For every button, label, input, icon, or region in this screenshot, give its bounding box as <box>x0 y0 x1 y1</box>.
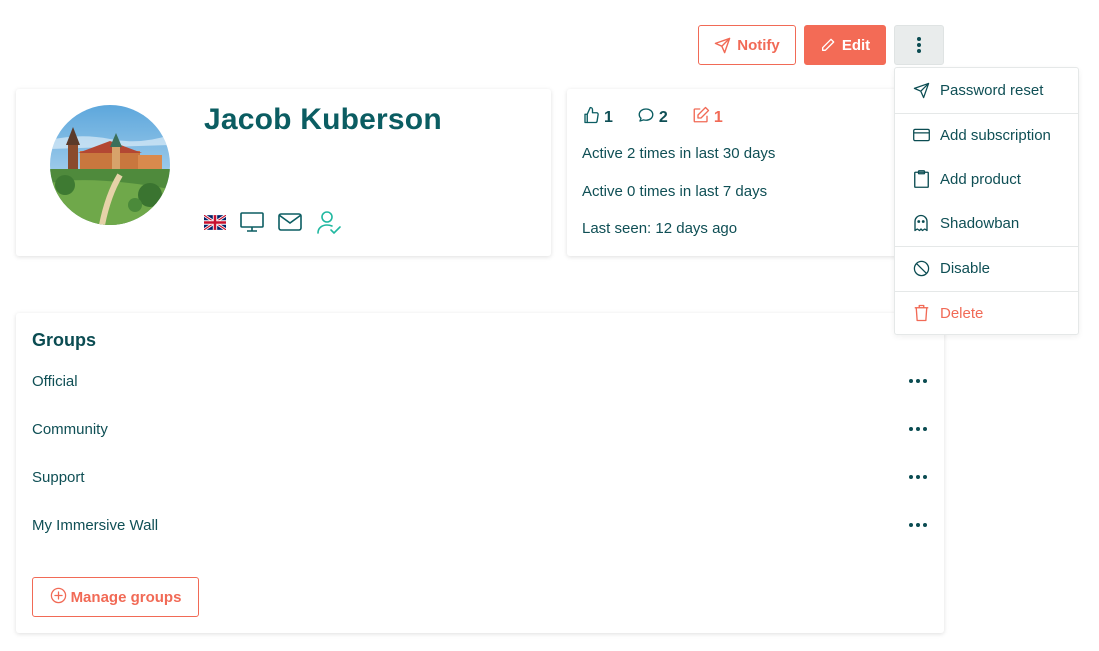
avatar <box>50 105 170 225</box>
group-name: Official <box>32 372 78 390</box>
notify-label: Notify <box>737 36 780 54</box>
horizontal-ellipsis-icon[interactable] <box>908 467 928 487</box>
notify-button[interactable]: Notify <box>698 25 796 65</box>
comments-stat: 2 <box>637 106 668 129</box>
likes-stat: 1 <box>582 106 613 129</box>
desktop-icon <box>240 211 264 233</box>
group-row-official[interactable]: Official <box>32 369 928 393</box>
menu-item-shadowban[interactable]: Shadowban <box>895 201 1078 245</box>
uk-flag-icon <box>204 214 226 230</box>
likes-count: 1 <box>604 108 613 126</box>
menu-item-delete[interactable]: Delete <box>895 291 1078 335</box>
activity-30-days: Active 2 times in last 30 days <box>582 145 776 162</box>
vertical-ellipsis-icon <box>916 36 922 54</box>
user-name: Jacob Kuberson <box>204 103 442 136</box>
group-row-community[interactable]: Community <box>32 417 928 441</box>
profile-card: Jacob Kuberson <box>16 89 551 256</box>
posts-count: 1 <box>713 108 723 126</box>
mail-icon <box>278 213 302 231</box>
groups-title: Groups <box>32 330 97 350</box>
menu-item-add-subscription[interactable]: Add subscription <box>895 113 1078 157</box>
comment-icon <box>637 106 655 129</box>
group-row-my-immersive-wall[interactable]: My Immersive Wall <box>32 513 928 537</box>
thumbs-up-icon <box>582 106 600 129</box>
menu-item-label: Disable <box>940 259 991 277</box>
last-seen: Last seen: 12 days ago <box>582 220 738 237</box>
manage-groups-button[interactable]: Manage groups <box>32 577 199 617</box>
pencil-icon <box>820 37 836 53</box>
posts-stat: 1 <box>692 106 723 129</box>
menu-item-label: Delete <box>940 304 984 322</box>
user-check-icon <box>316 209 342 235</box>
activity-card: 1 2 1 Active 2 times in last 30 days Act… <box>567 89 907 256</box>
manage-groups-label: Manage groups <box>70 588 182 606</box>
group-row-support[interactable]: Support <box>32 465 928 489</box>
group-name: My Immersive Wall <box>32 516 159 534</box>
plus-circle-icon <box>50 587 67 608</box>
send-icon <box>912 81 930 99</box>
ban-icon <box>912 259 930 277</box>
comments-count: 2 <box>658 108 668 126</box>
menu-item-disable[interactable]: Disable <box>895 246 1078 290</box>
clipboard-icon <box>912 170 930 188</box>
horizontal-ellipsis-icon[interactable] <box>908 371 928 391</box>
credit-card-icon <box>912 126 930 144</box>
group-name: Support <box>32 468 85 486</box>
edit-button[interactable]: Edit <box>804 25 886 65</box>
groups-card: Groups Official Community Support My Imm… <box>16 313 944 633</box>
activity-7-days: Active 0 times in last 7 days <box>582 183 768 200</box>
menu-item-label: Shadowban <box>940 214 1020 232</box>
send-icon <box>714 37 731 54</box>
trash-icon <box>912 304 930 322</box>
more-actions-button[interactable] <box>894 25 944 65</box>
actions-dropdown-menu: Password reset Add subscription Add prod… <box>894 67 1079 335</box>
group-name: Community <box>32 420 108 438</box>
horizontal-ellipsis-icon[interactable] <box>908 515 928 535</box>
edit-label: Edit <box>841 36 871 54</box>
menu-item-label: Password reset <box>940 81 1044 99</box>
menu-item-password-reset[interactable]: Password reset <box>895 68 1078 112</box>
horizontal-ellipsis-icon[interactable] <box>908 419 928 439</box>
ghost-icon <box>912 214 930 232</box>
edit-post-icon <box>692 106 710 129</box>
menu-item-label: Add product <box>940 170 1021 188</box>
menu-item-add-product[interactable]: Add product <box>895 157 1078 201</box>
menu-item-label: Add subscription <box>940 126 1051 144</box>
